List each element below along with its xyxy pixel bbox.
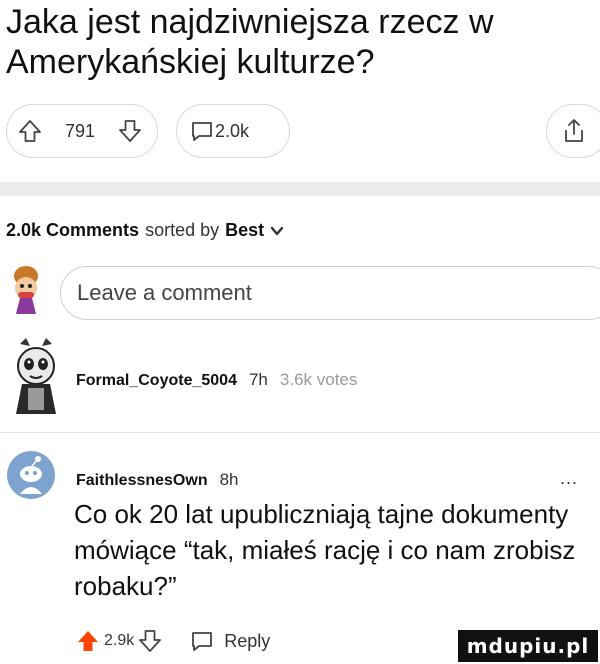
downvote-arrow-icon[interactable] xyxy=(138,629,162,653)
comments-sort-bar: 2.0k Comments sorted by Best xyxy=(6,220,284,241)
comment-time: 7h xyxy=(248,370,268,389)
upvote-arrow-icon[interactable] xyxy=(76,629,100,653)
comment-bubble-icon xyxy=(190,629,214,653)
comment-upvote-count: 2.9k xyxy=(104,632,135,649)
snoo-avatar xyxy=(6,450,56,500)
comments-button[interactable]: 2.0k xyxy=(176,104,290,158)
comment-header: FaithlessnesOwn 8h xyxy=(76,470,239,490)
comment-username[interactable]: FaithlessnesOwn xyxy=(76,472,208,490)
comment-header: Formal_Coyote_5004 7h 3.6k votes xyxy=(76,370,357,390)
comment-input[interactable]: Leave a comment xyxy=(60,266,600,320)
downvote-arrow-icon[interactable] xyxy=(117,118,143,144)
sorted-by-label: sorted by xyxy=(145,220,220,240)
comment-bubble-icon xyxy=(189,118,215,144)
share-button[interactable] xyxy=(546,104,600,158)
comments-count: 2.0k Comments xyxy=(6,220,140,240)
section-divider xyxy=(0,182,600,196)
user-avatar xyxy=(4,262,48,320)
chevron-down-icon[interactable] xyxy=(270,225,284,237)
sort-value[interactable]: Best xyxy=(225,220,264,241)
reply-label: Reply xyxy=(224,630,271,651)
coyote-avatar xyxy=(6,336,64,418)
comment-actions: 2.9k Reply xyxy=(76,626,270,656)
comment-body: Co ok 20 lat upubliczniają tajne dokumen… xyxy=(74,499,576,601)
comment-username[interactable]: Formal_Coyote_5004 xyxy=(76,372,237,390)
upvote-arrow-icon[interactable] xyxy=(17,118,43,144)
vote-bar: 791 xyxy=(6,104,158,158)
post-title: Jaka jest najdziwniejsza rzecz w Ameryka… xyxy=(6,3,494,81)
watermark-logo: mdupiu.pl xyxy=(458,630,598,662)
more-options-icon[interactable]: ... xyxy=(560,468,578,489)
upvote-count: 791 xyxy=(64,120,96,141)
comment-time: 8h xyxy=(219,470,239,489)
share-icon xyxy=(561,117,587,145)
comment-votes: 3.6k votes xyxy=(279,370,358,389)
comment-divider xyxy=(0,432,600,433)
comment-count: 2.0k xyxy=(215,120,250,141)
reply-button[interactable]: Reply xyxy=(190,629,270,653)
